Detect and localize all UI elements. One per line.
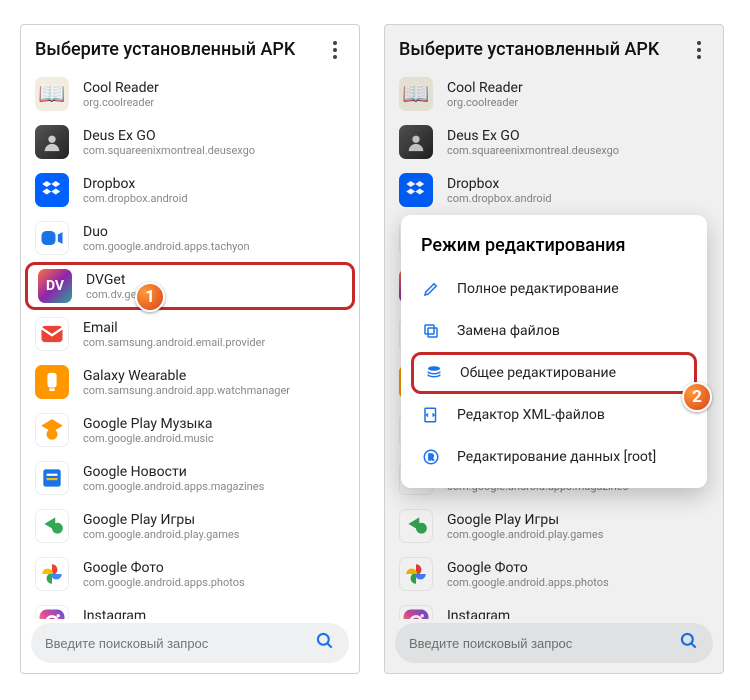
app-name: Email <box>83 320 345 336</box>
copy-icon <box>421 321 441 341</box>
email-icon <box>35 317 69 351</box>
dialog-item-label: Редактирование данных [root] <box>457 449 656 465</box>
xml-icon <box>421 405 441 425</box>
edit-mode-dialog: Режим редактирования Полное редактирован… <box>401 215 707 488</box>
app-name: Google Play Игры <box>83 512 345 528</box>
news-icon <box>35 461 69 495</box>
app-item-email[interactable]: Emailcom.samsung.android.email.provider <box>21 310 359 358</box>
dialog-item-label: Общее редактирование <box>460 365 616 381</box>
app-name: DVGet <box>86 272 342 288</box>
app-package: com.samsung.android.app.watchmanager <box>83 384 345 397</box>
header: Выберите установленный APK <box>21 25 359 70</box>
dialog-title: Режим редактирования <box>401 231 707 268</box>
page-title: Выберите установленный APK <box>35 39 323 60</box>
app-item-news[interactable]: Google Новостиcom.google.android.apps.ma… <box>21 454 359 502</box>
photos-icon <box>35 557 69 591</box>
app-package: com.google.android.apps.tachyon <box>83 240 345 253</box>
app-package: com.samsung.android.email.provider <box>83 336 345 349</box>
duo-icon <box>35 221 69 255</box>
app-package: com.dropbox.android <box>83 192 345 205</box>
app-item-insta[interactable]: Instagramcom.instagram.android <box>21 598 359 619</box>
app-item-duo[interactable]: Duocom.google.android.apps.tachyon <box>21 214 359 262</box>
dialog-item-xml[interactable]: Редактор XML-файлов <box>401 394 707 436</box>
dialog-item-label: Замена файлов <box>457 323 560 339</box>
app-package: com.squareenixmontreal.deusexgo <box>83 144 345 157</box>
music-icon <box>35 413 69 447</box>
dialog-item-label: Полное редактирование <box>457 281 619 297</box>
search-icon[interactable] <box>315 631 335 655</box>
app-item-coolreader[interactable]: 📖 Cool Readerorg.coolreader <box>21 70 359 118</box>
dropbox-icon <box>35 173 69 207</box>
app-package: com.google.android.apps.magazines <box>83 480 345 493</box>
app-name: Instagram <box>83 608 345 620</box>
stack-icon <box>424 363 444 383</box>
app-list: 📖Cool Readerorg.coolreaderDeus Ex GOcom.… <box>21 70 359 619</box>
root-icon: R <box>421 447 441 467</box>
app-item-dropbox[interactable]: Dropboxcom.dropbox.android <box>21 166 359 214</box>
app-package: com.dv.get <box>86 288 342 301</box>
app-name: Google Play Музыка <box>83 416 345 432</box>
app-item-games[interactable]: Google Play Игрыcom.google.android.play.… <box>21 502 359 550</box>
callout-badge-1: 1 <box>135 282 165 312</box>
app-name: Google Новости <box>83 464 345 480</box>
svg-text:R: R <box>428 453 434 463</box>
dialog-item-stack[interactable]: Общее редактирование <box>411 352 697 394</box>
app-package: com.google.android.music <box>83 432 345 445</box>
app-item-galaxy[interactable]: Galaxy Wearablecom.samsung.android.app.w… <box>21 358 359 406</box>
dialog-item-label: Редактор XML-файлов <box>457 407 605 423</box>
app-package: org.coolreader <box>83 96 345 109</box>
app-item-dvget[interactable]: DV DVGetcom.dv.get <box>25 262 355 310</box>
phone-right: Выберите установленный APK 📖Cool Readero… <box>384 24 724 674</box>
app-name: Cool Reader <box>83 80 345 96</box>
app-name: Galaxy Wearable <box>83 368 345 384</box>
search-bar[interactable] <box>31 623 349 663</box>
app-item-photos[interactable]: Google Фотоcom.google.android.apps.photo… <box>21 550 359 598</box>
overflow-menu-icon[interactable] <box>323 41 347 59</box>
insta-icon <box>35 605 69 619</box>
coolreader-icon: 📖 <box>35 77 69 111</box>
callout-badge-2: 2 <box>682 382 712 412</box>
deus-icon <box>35 125 69 159</box>
dialog-item-root[interactable]: R Редактирование данных [root] <box>401 436 707 478</box>
galaxy-icon <box>35 365 69 399</box>
app-name: Deus Ex GO <box>83 128 345 144</box>
search-input[interactable] <box>45 636 315 651</box>
app-name: Duo <box>83 224 345 240</box>
dialog-item-edit[interactable]: Полное редактирование <box>401 268 707 310</box>
app-name: Google Фото <box>83 560 345 576</box>
games-icon <box>35 509 69 543</box>
app-item-deus[interactable]: Deus Ex GOcom.squareenixmontreal.deusexg… <box>21 118 359 166</box>
phone-left: Выберите установленный APK 📖 Cool Readero… <box>20 24 360 674</box>
edit-icon <box>421 279 441 299</box>
dvget-icon: DV <box>38 269 72 303</box>
app-name: Dropbox <box>83 176 345 192</box>
dialog-item-copy[interactable]: Замена файлов <box>401 310 707 352</box>
app-package: com.google.android.play.games <box>83 528 345 541</box>
app-package: com.google.android.apps.photos <box>83 576 345 589</box>
app-item-music[interactable]: Google Play Музыкаcom.google.android.mus… <box>21 406 359 454</box>
